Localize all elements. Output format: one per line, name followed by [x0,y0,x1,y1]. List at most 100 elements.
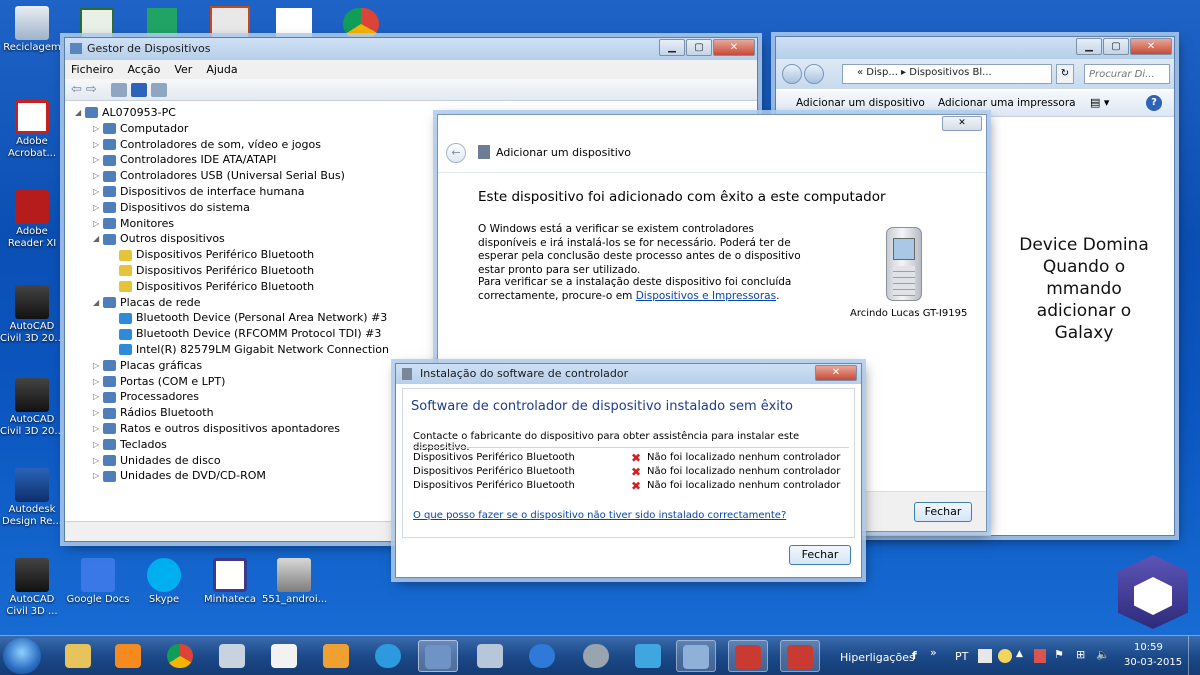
minimize-button[interactable]: ▁ [659,39,685,56]
properties-icon[interactable] [110,82,127,97]
success-heading: Este dispositivo foi adicionado com êxit… [478,189,886,205]
help-icon[interactable] [130,82,147,97]
search-input[interactable] [1084,64,1170,84]
menu-action[interactable]: Acção [127,60,160,79]
help-tray-icon[interactable] [998,649,1012,663]
toolbar-chevron-icon[interactable]: » [930,646,937,659]
expander-icon[interactable]: ▷ [93,152,103,168]
close-button[interactable]: ✕ [815,365,857,381]
back-nav-button[interactable] [782,64,802,84]
forward-nav-button[interactable] [804,64,824,84]
taskbar-internet-explorer[interactable] [368,640,408,672]
expander-icon[interactable]: ▷ [93,137,103,153]
expander-icon[interactable]: ▷ [93,200,103,216]
back-arrow-icon[interactable]: ← [446,143,466,163]
security-tray-icon[interactable] [1034,649,1046,663]
close-button[interactable]: ✕ [1130,38,1172,55]
desktop-icon-google-docs[interactable]: Google Docs [66,558,130,606]
view-options-icon[interactable]: ▤ ▾ [1090,96,1109,109]
taskbar-chrome[interactable] [160,640,200,672]
expander-icon[interactable]: ▷ [93,121,103,137]
network-adapter-icon [119,344,132,356]
expander-icon[interactable]: ◢ [93,295,103,311]
taskbar-outlook[interactable] [316,640,356,672]
desktop-icon-autodesk-design-review[interactable]: Autodesk Design Re... [0,468,64,528]
taskbar-disc[interactable] [576,640,616,672]
taskbar-my-app[interactable] [628,640,668,672]
taskbar-app-grid[interactable] [264,640,304,672]
scan-icon[interactable] [150,82,167,97]
taskbar-explorer[interactable] [58,640,98,672]
add-printer-command[interactable]: Adicionar uma impressora [938,97,1076,109]
desktop-icon-autocad-2[interactable]: AutoCAD Civil 3D 20... [0,378,64,438]
forward-arrow-icon[interactable]: ⇨ [86,82,97,97]
expander-icon[interactable]: ◢ [93,231,103,247]
menu-view[interactable]: Ver [174,60,192,79]
keyboard-layout-icon[interactable] [978,649,992,663]
desktop-icon-autocad-3[interactable]: AutoCAD Civil 3D ... [0,558,64,618]
taskbar-snipping-tool[interactable] [212,640,252,672]
expander-icon[interactable]: ▷ [93,184,103,200]
taskbar-device-manager[interactable] [418,640,458,672]
volume-tray-icon[interactable]: 🔈 [1096,648,1110,661]
start-button[interactable] [3,638,41,674]
menu-file[interactable]: Ficheiro [71,60,113,79]
desktop-icon-autocad-1[interactable]: AutoCAD Civil 3D 20... [0,285,64,345]
links-toolbar-label[interactable]: Hiperligações [840,651,915,664]
address-bar[interactable]: « Disp... ▸ Dispositivos Bl... [842,64,1052,84]
desktop-icon-top-4[interactable] [276,8,312,40]
clock-time[interactable]: 10:59 [1134,642,1163,653]
maximize-button[interactable]: ▢ [686,39,712,56]
desktop-icon-adobe-reader[interactable]: Adobe Reader XI [0,190,64,250]
maximize-button[interactable]: ▢ [1103,38,1129,55]
show-hidden-icons[interactable]: ▲ [1016,649,1023,659]
desktop-icon-recycle-bin[interactable]: Reciclagem [0,6,64,54]
expander-icon[interactable]: ▷ [93,405,103,421]
desktop-icon-android-installer[interactable]: 551_androi... [262,558,327,606]
expander-icon[interactable]: ▷ [93,421,103,437]
desktop-icon-minhateca[interactable]: Minhateca [198,558,262,606]
expander-icon[interactable]: ▷ [93,389,103,405]
minhateca-large-icon[interactable] [1118,555,1188,629]
expander-icon[interactable]: ▷ [93,216,103,232]
taskbar-keyboard[interactable] [470,640,510,672]
desktop-icon-top-5[interactable] [343,8,379,40]
close-driver-dialog-button[interactable]: Fechar [789,545,851,565]
taskbar-toolbox-1[interactable] [728,640,768,672]
flag-tray-icon[interactable]: ⚑ [1054,648,1064,661]
expander-icon[interactable]: ▷ [93,468,103,484]
network-tray-icon[interactable]: ⊞ [1076,648,1085,661]
language-indicator[interactable]: PT [955,650,968,663]
taskbar-control-panel[interactable] [676,640,716,672]
expander-icon[interactable]: ▷ [93,453,103,469]
back-arrow-icon[interactable]: ⇦ [71,82,82,97]
clock-date[interactable]: 30-03-2015 [1124,657,1182,668]
desktop-icon-skype[interactable]: Skype [132,558,196,606]
expander-icon[interactable]: ▷ [93,374,103,390]
expander-icon[interactable]: ▷ [93,437,103,453]
tree-node-label: Processadores [120,390,199,404]
dialog-close-button[interactable]: ✕ [942,116,982,131]
desktop-icon-label: Adobe Acrobat... [7,136,57,159]
expander-icon[interactable]: ▷ [93,168,103,184]
taskbar-sync[interactable] [522,640,562,672]
add-device-command[interactable]: Adicionar um dispositivo [796,97,925,109]
expander-icon[interactable]: ▷ [93,358,103,374]
menu-help[interactable]: Ajuda [206,60,237,79]
help-link[interactable]: O que posso fazer se o dispositivo não t… [413,510,786,521]
taskbar-media-player[interactable] [108,640,148,672]
desktop-icon-adobe-acrobat[interactable]: Adobe Acrobat... [0,100,64,160]
refresh-button[interactable]: ↻ [1056,64,1074,84]
facebook-icon[interactable]: f [912,649,917,662]
close-button[interactable]: ✕ [713,39,755,56]
autodesk-icon [15,468,49,502]
close-wizard-button[interactable]: Fechar [914,502,972,522]
devices-printers-link[interactable]: Dispositivos e Impressoras [636,290,776,302]
desktop-icon-top-3[interactable] [210,6,250,40]
minimize-button[interactable]: ▁ [1076,38,1102,55]
taskbar-toolbox-2[interactable] [780,640,820,672]
desktop-icon-top-2[interactable] [147,8,177,40]
show-desktop-button[interactable] [1188,636,1200,675]
desktop-icon-top-1[interactable] [80,8,114,40]
help-icon[interactable]: ? [1146,95,1162,111]
